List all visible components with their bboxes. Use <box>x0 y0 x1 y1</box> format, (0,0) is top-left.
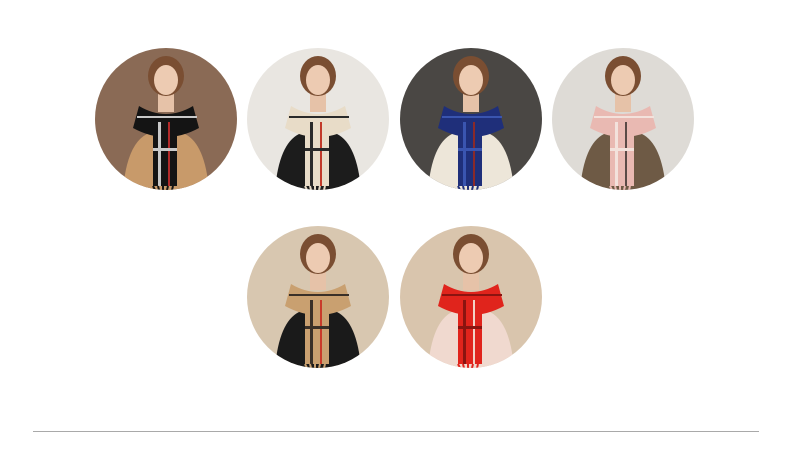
swatch-beige-plaid[interactable] <box>247 48 389 190</box>
scarf-stripe <box>615 122 618 186</box>
scarf-stripe <box>168 122 170 186</box>
face <box>306 65 330 95</box>
scarf-stripe <box>625 122 627 186</box>
scarf-stripe <box>458 148 482 151</box>
swatch-navy-plaid[interactable] <box>400 48 542 190</box>
section-divider <box>33 431 759 432</box>
scarf-stripe <box>442 116 502 118</box>
scarf-photo <box>400 226 542 368</box>
swatch-camel-plaid[interactable] <box>247 226 389 368</box>
face <box>306 243 330 273</box>
scarf-photo <box>400 48 542 190</box>
scarf-stripe <box>594 116 654 118</box>
scarf-stripe <box>289 294 349 296</box>
scarf-tail <box>305 122 329 186</box>
scarf-photo <box>247 226 389 368</box>
scarf-stripe <box>158 122 161 186</box>
face <box>459 243 483 273</box>
color-swatch-grid <box>0 0 790 400</box>
scarf-photo <box>552 48 694 190</box>
scarf-photo <box>95 48 237 190</box>
scarf-tail <box>153 122 177 186</box>
scarf-stripe <box>310 122 313 186</box>
scarf-stripe <box>305 326 329 329</box>
scarf-stripe <box>153 148 177 151</box>
scarf-tail <box>458 300 482 364</box>
scarf-stripe <box>458 326 482 329</box>
scarf-tail <box>610 122 634 186</box>
scarf-stripe <box>442 294 502 296</box>
scarf-tail <box>458 122 482 186</box>
scarf-stripe <box>463 300 466 364</box>
scarf-stripe <box>310 300 313 364</box>
scarf-tail <box>305 300 329 364</box>
face <box>459 65 483 95</box>
scarf-stripe <box>320 122 322 186</box>
swatch-red-plaid[interactable] <box>400 226 542 368</box>
face <box>154 65 178 95</box>
scarf-stripe <box>473 122 475 186</box>
scarf-stripe <box>463 122 466 186</box>
scarf-stripe <box>289 116 349 118</box>
swatch-pink-plaid[interactable] <box>552 48 694 190</box>
scarf-stripe <box>305 148 329 151</box>
face <box>611 65 635 95</box>
scarf-photo <box>247 48 389 190</box>
swatch-black-plaid[interactable] <box>95 48 237 190</box>
scarf-stripe <box>473 300 475 364</box>
scarf-stripe <box>610 148 634 151</box>
scarf-stripe <box>137 116 197 118</box>
scarf-stripe <box>320 300 322 364</box>
